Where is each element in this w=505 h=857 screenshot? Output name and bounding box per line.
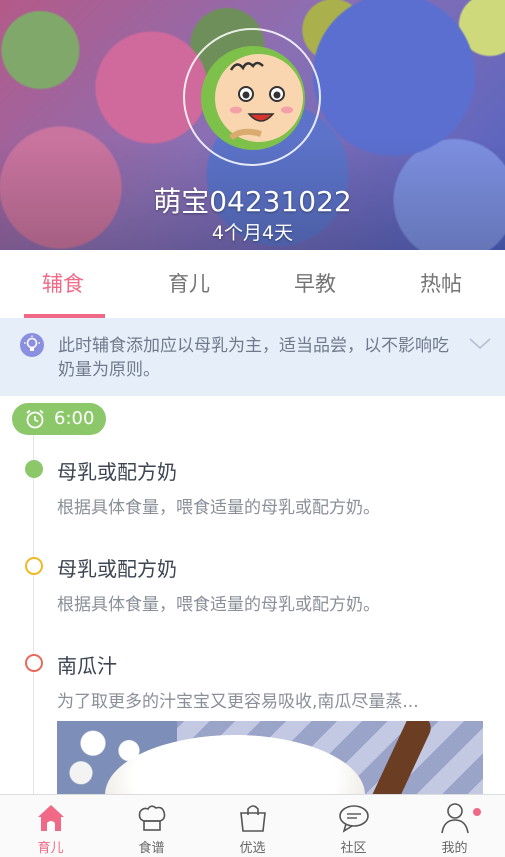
time-badge[interactable]: 6:00 bbox=[12, 403, 106, 435]
timeline-dot-filled bbox=[25, 460, 43, 478]
photo-spoon bbox=[364, 721, 436, 795]
profile-header: 萌宝04231022 4个月4天 bbox=[0, 0, 505, 250]
tab-bar: 辅食 育儿 早教 热帖 bbox=[0, 250, 505, 319]
tab-complementary-food[interactable]: 辅食 bbox=[0, 250, 126, 318]
person-icon bbox=[441, 803, 469, 834]
chat-bubble-icon bbox=[339, 805, 369, 833]
timeline-dot-outline bbox=[25, 557, 43, 575]
user-age: 4个月4天 bbox=[211, 222, 294, 244]
entry-title[interactable]: 南瓜汁 bbox=[57, 650, 117, 679]
nav-label: 社区 bbox=[340, 841, 367, 856]
recipe-photo[interactable] bbox=[57, 721, 483, 795]
chef-hat-icon bbox=[138, 805, 166, 831]
notification-dot bbox=[473, 808, 481, 816]
chevron-down-icon[interactable] bbox=[468, 336, 492, 352]
baby-face-icon bbox=[201, 46, 305, 150]
user-name: 萌宝04231022 bbox=[153, 185, 352, 218]
tab-early-education[interactable]: 早教 bbox=[252, 250, 378, 318]
timeline-dot-outline bbox=[25, 654, 43, 672]
nav-item-parenting[interactable]: 育儿 bbox=[0, 795, 101, 857]
timeline-line bbox=[33, 435, 34, 795]
nav-item-mine[interactable]: 我的 bbox=[404, 795, 505, 857]
avatar[interactable] bbox=[201, 46, 305, 150]
alarm-clock-icon bbox=[26, 409, 44, 429]
nav-item-featured[interactable]: 优选 bbox=[202, 795, 303, 857]
time-label: 6:00 bbox=[54, 408, 95, 429]
nav-label: 优选 bbox=[239, 841, 266, 856]
nav-item-recipes[interactable]: 食谱 bbox=[101, 795, 202, 857]
shopping-bag-icon bbox=[240, 805, 266, 832]
nav-item-community[interactable]: 社区 bbox=[303, 795, 404, 857]
entry-title[interactable]: 母乳或配方奶 bbox=[57, 553, 177, 582]
nav-label: 育儿 bbox=[37, 841, 64, 856]
nav-label: 食谱 bbox=[138, 841, 165, 856]
entry-desc: 根据具体食量，喂食适量的母乳或配方奶。 bbox=[57, 595, 380, 615]
lightbulb-icon bbox=[20, 333, 44, 357]
tip-text: 此时辅食添加应以母乳为主，适当品尝，以不影响吃奶量为原则。 bbox=[58, 336, 449, 380]
entry-desc: 根据具体食量，喂食适量的母乳或配方奶。 bbox=[57, 498, 380, 518]
nav-label: 我的 bbox=[441, 841, 468, 856]
tab-parenting[interactable]: 育儿 bbox=[126, 250, 252, 318]
bottom-nav: 育儿 食谱 优选 社区 我的 bbox=[0, 794, 505, 857]
entry-title[interactable]: 母乳或配方奶 bbox=[57, 456, 177, 485]
tab-hot-posts[interactable]: 热帖 bbox=[378, 250, 504, 318]
entry-desc: 为了取更多的汁宝宝又更容易吸收,南瓜尽量蒸... bbox=[57, 692, 419, 712]
home-icon bbox=[38, 805, 64, 831]
